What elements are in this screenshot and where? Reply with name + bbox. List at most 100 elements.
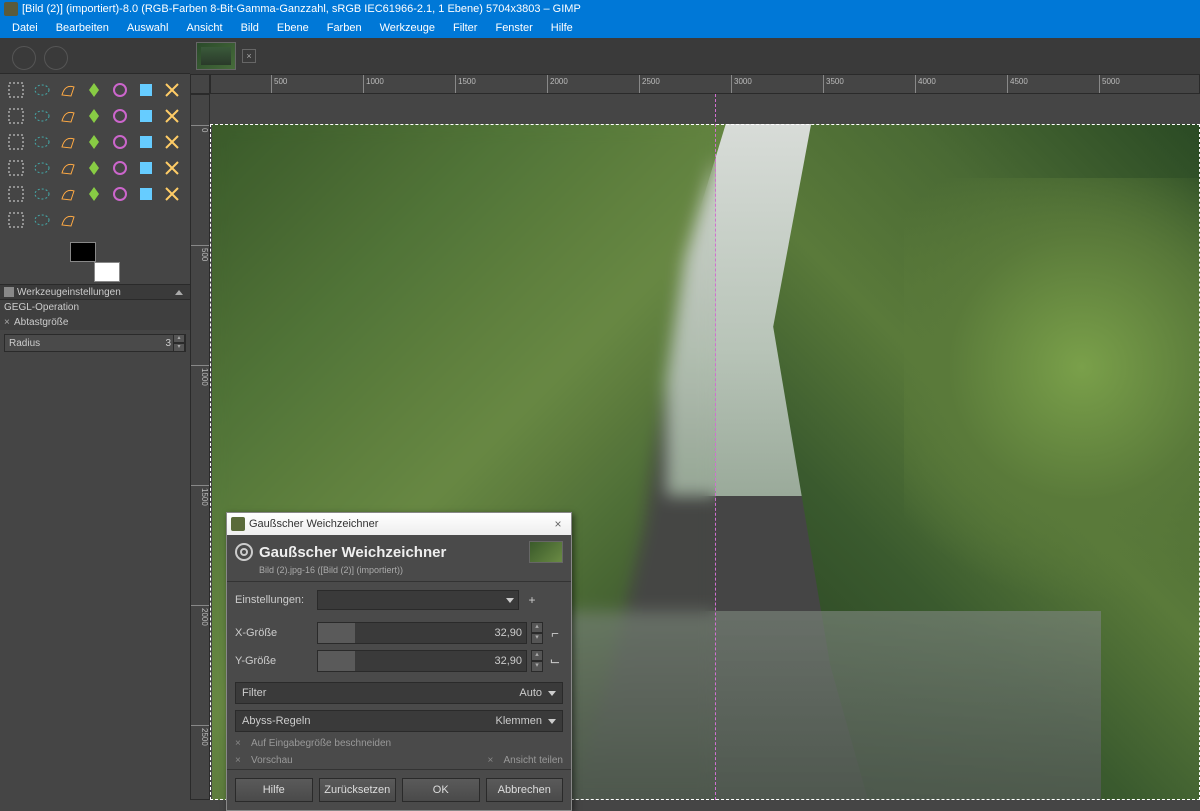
menu-auswahl[interactable]: Auswahl (119, 20, 177, 36)
help-button[interactable]: Hilfe (235, 778, 313, 802)
tool-dodge-burn[interactable] (30, 208, 54, 232)
ruler-tick: 1000 (191, 365, 209, 386)
spin-down-icon[interactable]: ▾ (173, 343, 185, 352)
tool-perspective-clone[interactable] (134, 182, 158, 206)
tool-rotate[interactable] (4, 130, 28, 154)
radius-slider[interactable]: Radius 3 ▴▾ (4, 334, 186, 352)
tool-by-color-select[interactable] (108, 78, 132, 102)
tool-color-picker[interactable] (30, 104, 54, 128)
spin-up-icon[interactable]: ▴ (173, 334, 185, 343)
menu-ansicht[interactable]: Ansicht (178, 20, 230, 36)
menu-werkzeuge[interactable]: Werkzeuge (372, 20, 443, 36)
preview-checkbox[interactable]: Vorschau (251, 755, 293, 766)
fg-bg-swatch[interactable] (70, 242, 120, 282)
dialog-subtitle: Bild (2).jpg-16 ([Bild (2)] (importiert)… (227, 565, 571, 581)
y-size-slider[interactable]: 32,90 (317, 650, 527, 672)
bg-color-swatch[interactable] (94, 262, 120, 282)
presets-label: Einstellungen: (235, 594, 313, 606)
ok-button[interactable]: OK (402, 778, 480, 802)
vertical-ruler[interactable]: 05001000150020002500 (190, 94, 210, 800)
menu-filter[interactable]: Filter (445, 20, 485, 36)
clip-checkbox[interactable]: × Auf Eingabegröße beschneiden (227, 735, 571, 752)
tool-airbrush[interactable] (4, 182, 28, 206)
tool-paintbrush[interactable] (134, 156, 158, 180)
ruler-tick: 1500 (455, 75, 476, 93)
tool-free-select[interactable] (56, 78, 80, 102)
menu-bearbeiten[interactable]: Bearbeiten (48, 20, 117, 36)
tool-paths[interactable] (4, 104, 28, 128)
menu-hilfe[interactable]: Hilfe (543, 20, 581, 36)
filter-combo[interactable]: Filter Auto (235, 682, 563, 704)
dialog-close-button[interactable]: × (549, 517, 567, 531)
tool-flip[interactable] (108, 130, 132, 154)
close-icon[interactable]: × (4, 317, 14, 328)
tool-perspective[interactable] (82, 130, 106, 154)
tool-gegl-op[interactable] (56, 208, 80, 232)
tool-options-header[interactable]: Werkzeugeinstellungen (0, 284, 190, 300)
chain-link-bottom-icon[interactable]: ⌙ (547, 653, 563, 669)
fg-color-swatch[interactable] (70, 242, 96, 262)
ruler-tick: 2500 (639, 75, 660, 93)
ruler-tick: 1000 (363, 75, 384, 93)
tool-bucket-fill[interactable] (56, 156, 80, 180)
spin-up-icon[interactable]: ▴ (531, 650, 543, 661)
x-size-slider[interactable]: 32,90 (317, 622, 527, 644)
tool-clone[interactable] (82, 182, 106, 206)
tool-shear[interactable] (56, 130, 80, 154)
tool-pencil[interactable] (108, 156, 132, 180)
gaussian-blur-dialog: Gaußscher Weichzeichner × Gaußscher Weic… (226, 512, 572, 811)
tab-close-button[interactable]: × (242, 49, 256, 63)
tool-gradient[interactable] (82, 156, 106, 180)
menu-datei[interactable]: Datei (4, 20, 46, 36)
tool-rect-select[interactable] (4, 78, 28, 102)
tool-scale[interactable] (30, 130, 54, 154)
spin-down-icon[interactable]: ▾ (531, 633, 543, 644)
presets-combo[interactable] (317, 590, 519, 610)
chain-link-top-icon[interactable]: ⌐ (547, 626, 563, 641)
chevron-down-icon (548, 719, 556, 724)
image-tab[interactable] (196, 42, 236, 70)
tool-blur-sharpen[interactable] (4, 208, 28, 232)
tool-zoom[interactable] (56, 104, 80, 128)
ruler-corner (190, 74, 210, 94)
tool-foreground-select[interactable] (160, 78, 184, 102)
tool-scissors[interactable] (134, 78, 158, 102)
tool-warp[interactable] (4, 156, 28, 180)
tool-eraser[interactable] (160, 156, 184, 180)
spin-up-icon[interactable]: ▴ (531, 622, 543, 633)
ruler-tick: 3500 (823, 75, 844, 93)
menu-fenster[interactable]: Fenster (487, 20, 540, 36)
tool-unified-transform[interactable] (160, 130, 184, 154)
menu-bild[interactable]: Bild (233, 20, 267, 36)
cancel-button[interactable]: Abbrechen (486, 778, 564, 802)
tool-move[interactable] (108, 104, 132, 128)
preset-menu-button[interactable] (545, 591, 563, 609)
tool-measure[interactable] (82, 104, 106, 128)
spin-down-icon[interactable]: ▾ (531, 661, 543, 672)
tool-ink[interactable] (30, 182, 54, 206)
menu-ebene[interactable]: Ebene (269, 20, 317, 36)
menu-farben[interactable]: Farben (319, 20, 370, 36)
tool-cage[interactable] (134, 130, 158, 154)
reset-button[interactable]: Zurücksetzen (319, 778, 397, 802)
abyss-combo[interactable]: Abyss-Regeln Klemmen (235, 710, 563, 732)
tool-align[interactable] (134, 104, 158, 128)
dialog-titlebar[interactable]: Gaußscher Weichzeichner × (227, 513, 571, 535)
horizontal-ruler[interactable]: 500100015002000250030003500400045005000 (210, 74, 1200, 94)
tool-text[interactable] (30, 156, 54, 180)
tool-ellipse-select[interactable] (30, 78, 54, 102)
tool-heal[interactable] (108, 182, 132, 206)
dialog-wilber-icon (231, 517, 245, 531)
split-view-checkbox[interactable]: Ansicht teilen (504, 755, 563, 766)
tool-smudge[interactable] (160, 182, 184, 206)
tool-crop[interactable] (160, 104, 184, 128)
tool-mypaint[interactable] (56, 182, 80, 206)
menu-triangle-icon[interactable] (175, 290, 183, 295)
checkbox-icon: × (488, 755, 498, 766)
tool-fuzzy-select[interactable] (82, 78, 106, 102)
ruler-tick: 2500 (191, 725, 209, 746)
sample-size-row[interactable]: × Abtastgröße (0, 315, 190, 330)
checkbox-icon: × (235, 755, 245, 766)
preset-add-button[interactable]: + (523, 591, 541, 609)
ruler-tick: 4000 (915, 75, 936, 93)
